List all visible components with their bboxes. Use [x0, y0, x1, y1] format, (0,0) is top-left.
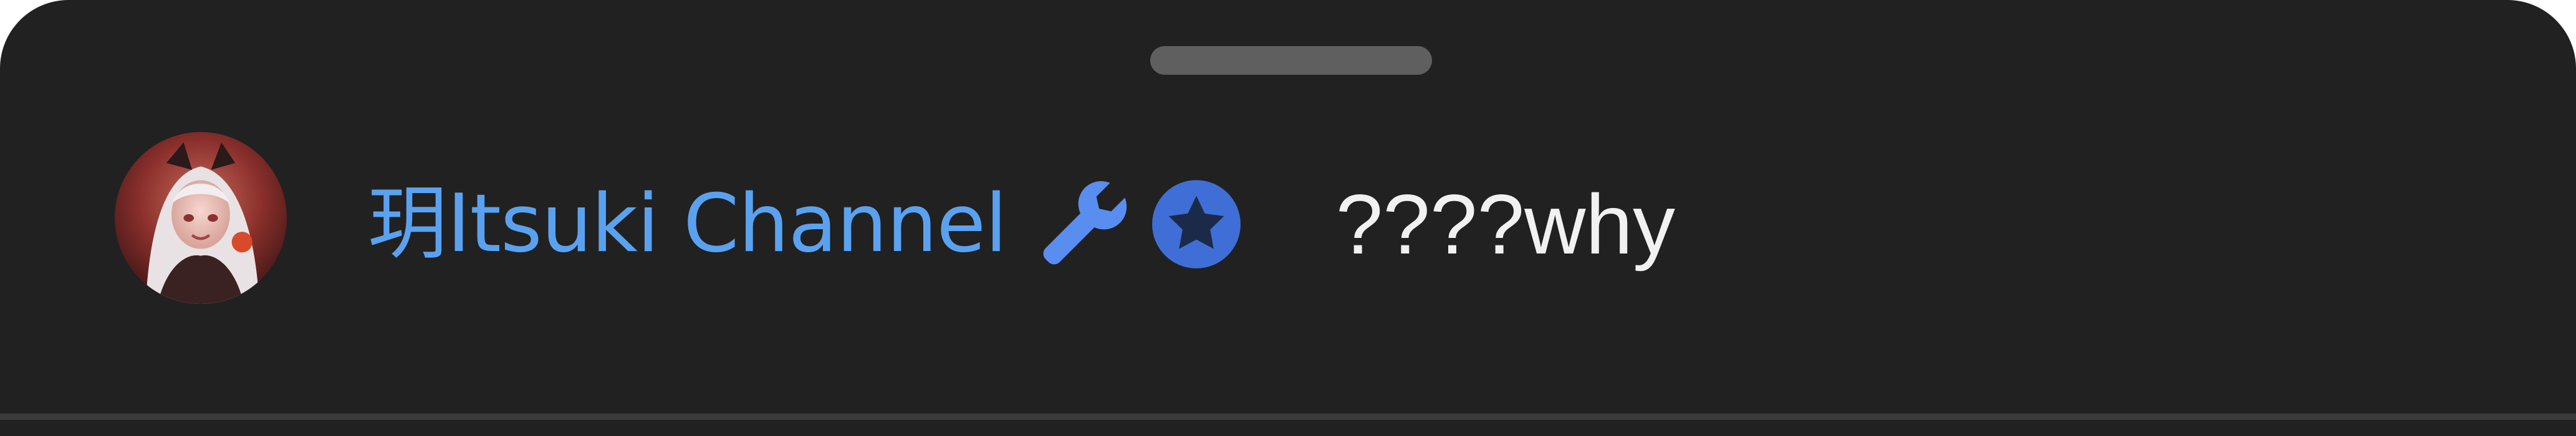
comment-row: 玥Itsuki Channel ????why	[368, 162, 1675, 287]
avatar-image	[115, 132, 287, 304]
star-badge-icon	[1151, 180, 1241, 268]
divider	[0, 414, 2576, 420]
comment-message: ????why	[1335, 177, 1676, 272]
author-avatar[interactable]	[115, 132, 287, 304]
chat-comment-sheet: 玥Itsuki Channel ????why	[0, 0, 2576, 436]
author-name[interactable]: 玥Itsuki Channel	[368, 184, 1007, 264]
drag-handle[interactable]	[1150, 46, 1432, 75]
wrench-icon	[1043, 181, 1127, 265]
